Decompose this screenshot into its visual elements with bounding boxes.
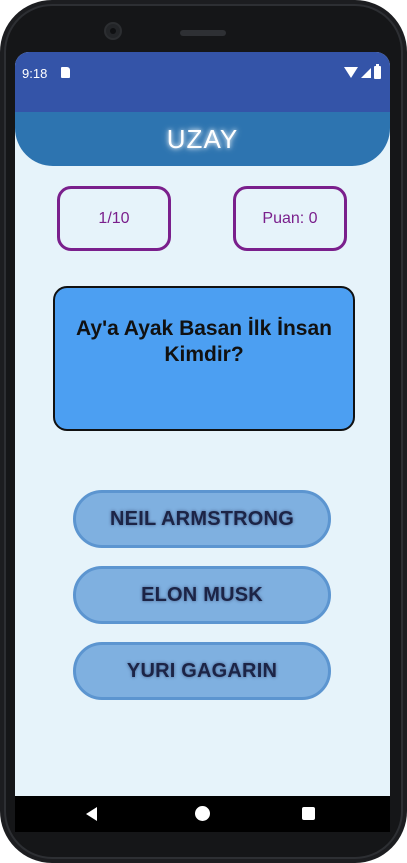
answer-button-neil-armstrong[interactable]: NEIL ARMSTRONG	[73, 490, 331, 548]
answer-label: NEIL ARMSTRONG	[110, 507, 294, 530]
page-title: UZAY	[166, 123, 239, 154]
question-card: Ay'a Ayak Basan İlk İnsan Kimdir?	[53, 286, 355, 431]
battery-icon	[374, 64, 381, 79]
recents-icon[interactable]	[302, 807, 315, 820]
screen: 9:18 UZAY 1/10 Puan: 0 Ay'a Ayak Basan İ…	[15, 52, 390, 832]
status-time: 9:18	[22, 66, 48, 81]
navigation-bar	[15, 796, 390, 832]
wifi-icon	[344, 67, 358, 78]
answer-button-elon-musk[interactable]: ELON MUSK	[73, 566, 331, 624]
answer-label: YURI GAGARIN	[126, 659, 278, 682]
sd-card-icon	[61, 67, 70, 78]
answer-label: ELON MUSK	[141, 583, 263, 606]
phone-frame: 9:18 UZAY 1/10 Puan: 0 Ay'a Ayak Basan İ…	[0, 0, 407, 863]
score-counter: Puan: 0	[233, 186, 347, 251]
answer-button-yuri-gagarin[interactable]: YURI GAGARIN	[73, 642, 331, 700]
question-text: Ay'a Ayak Basan İlk İnsan Kimdir?	[76, 317, 332, 366]
status-icons	[344, 64, 381, 79]
front-camera	[104, 22, 122, 40]
status-bar: 9:18	[15, 52, 390, 112]
app-header: UZAY	[15, 112, 390, 166]
question-counter: 1/10	[57, 186, 171, 251]
back-icon[interactable]	[86, 807, 97, 821]
home-icon[interactable]	[195, 806, 210, 821]
signal-icon	[361, 67, 371, 78]
earpiece-speaker	[180, 30, 226, 36]
